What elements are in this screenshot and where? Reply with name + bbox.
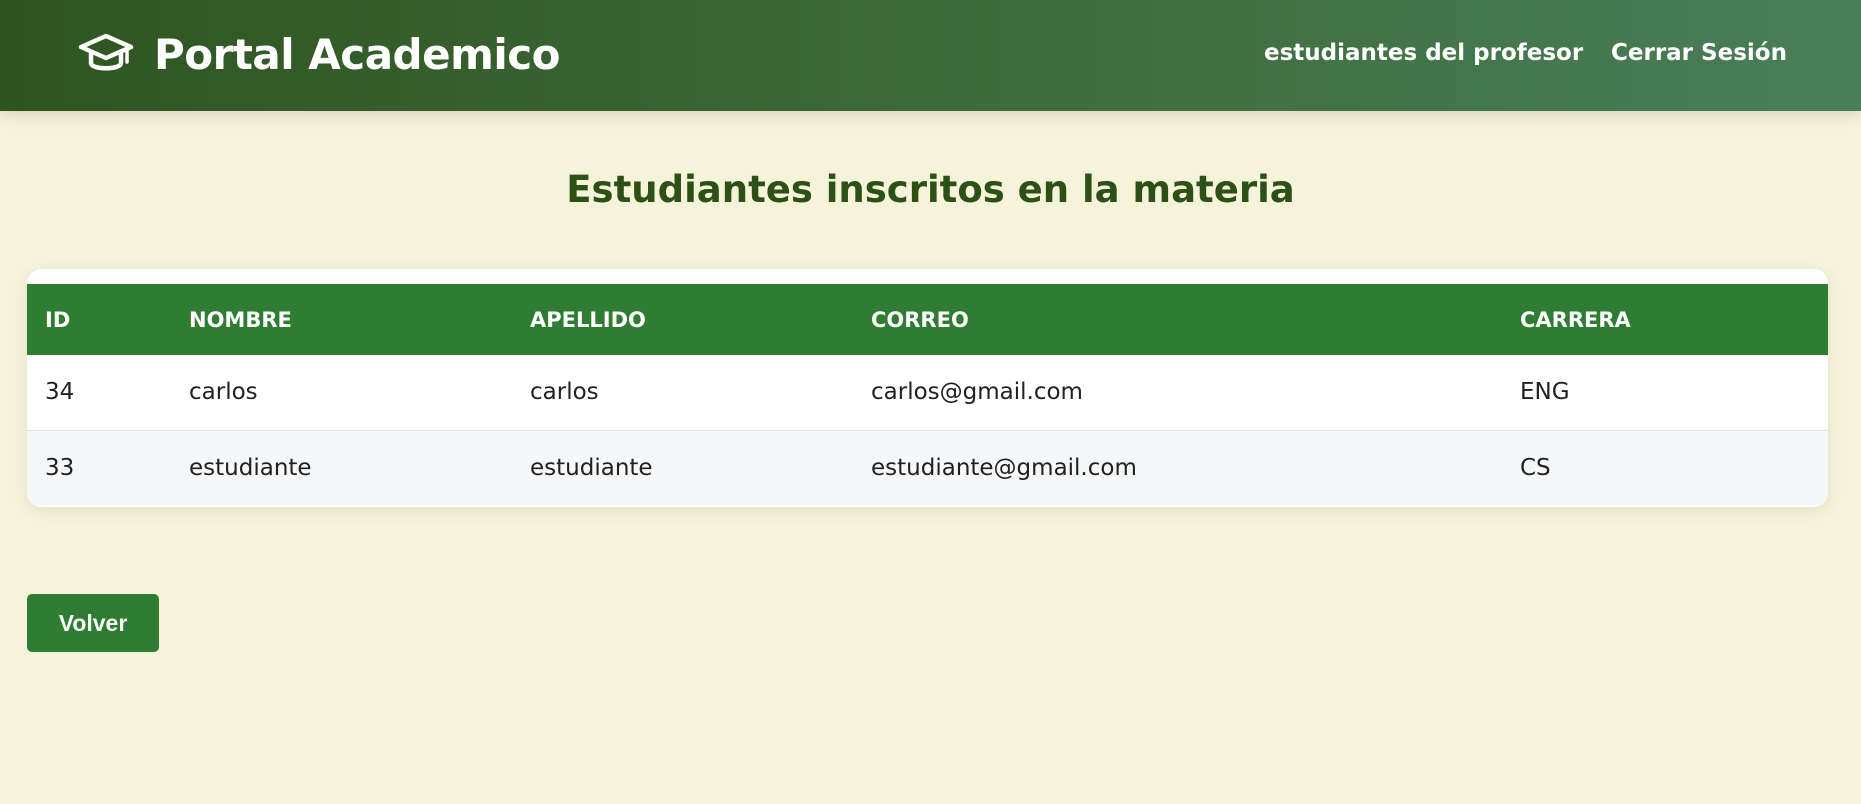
brand-title: Portal Academico bbox=[154, 29, 561, 79]
back-button[interactable]: Volver bbox=[27, 594, 159, 652]
table-header-row: ID NOMBRE APELLIDO CORREO CARRERA bbox=[27, 284, 1828, 355]
cell-nombre: carlos bbox=[189, 379, 258, 406]
column-header-nombre: NOMBRE bbox=[189, 307, 292, 332]
cell-carrera: CS bbox=[1520, 454, 1551, 481]
students-table: ID NOMBRE APELLIDO CORREO CARRERA 34 car… bbox=[27, 284, 1828, 505]
cell-id: 34 bbox=[45, 379, 75, 406]
table-row: 33 estudiante estudiante estudiante@gmai… bbox=[27, 430, 1828, 505]
navbar: Portal Academico estudiantes del profeso… bbox=[0, 0, 1861, 111]
column-header-carrera: CARRERA bbox=[1520, 307, 1631, 332]
brand[interactable]: Portal Academico bbox=[78, 26, 561, 82]
table-header: ID NOMBRE APELLIDO CORREO CARRERA bbox=[27, 284, 1828, 355]
column-header-apellido: APELLIDO bbox=[530, 307, 646, 332]
cell-nombre: estudiante bbox=[189, 454, 312, 481]
column-header-id: ID bbox=[45, 307, 71, 332]
table-row: 34 carlos carlos carlos@gmail.com ENG bbox=[27, 355, 1828, 430]
column-header-correo: CORREO bbox=[871, 307, 969, 332]
cell-correo: estudiante@gmail.com bbox=[871, 454, 1137, 481]
cell-apellido: estudiante bbox=[530, 454, 653, 481]
cell-id: 33 bbox=[45, 454, 75, 481]
logout-link[interactable]: Cerrar Sesión bbox=[1611, 40, 1787, 66]
students-table-card: ID NOMBRE APELLIDO CORREO CARRERA 34 car… bbox=[27, 269, 1828, 507]
graduation-cap-icon bbox=[78, 26, 134, 82]
table-body: 34 carlos carlos carlos@gmail.com ENG 33… bbox=[27, 355, 1828, 505]
cell-carrera: ENG bbox=[1520, 379, 1570, 406]
cell-correo: carlos@gmail.com bbox=[871, 379, 1083, 406]
nav-link-students[interactable]: estudiantes del profesor bbox=[1264, 40, 1583, 66]
cell-apellido: carlos bbox=[530, 379, 599, 406]
page-title: Estudiantes inscritos en la materia bbox=[566, 168, 1295, 211]
